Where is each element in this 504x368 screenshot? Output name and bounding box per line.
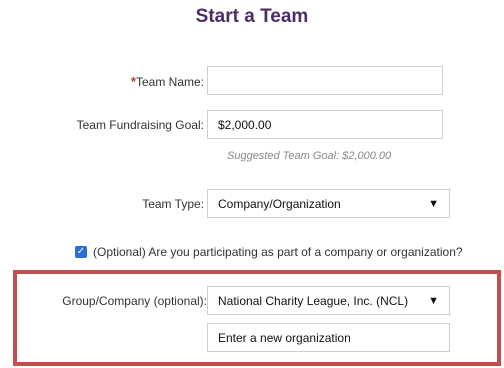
caret-down-icon: ▼	[428, 197, 439, 210]
caret-down-icon: ▼	[428, 294, 439, 307]
team-goal-value: $2,000.00	[218, 117, 272, 132]
group-company-select[interactable]: National Charity League, Inc. (NCL) ▼	[207, 286, 450, 315]
checkmark-icon: ✓	[76, 246, 86, 257]
company-participation-label: (Optional) Are you participating as part…	[93, 245, 463, 259]
page-title: Start a Team	[195, 6, 309, 27]
new-organization-placeholder: Enter a new organization	[218, 330, 351, 345]
team-name-label-text: Team Name:	[135, 75, 204, 89]
team-goal-label: Team Fundraising Goal:	[76, 118, 204, 132]
team-type-select[interactable]: Company/Organization ▼	[207, 189, 450, 218]
team-type-value: Company/Organization	[218, 196, 341, 211]
company-participation-checkbox[interactable]: ✓	[75, 246, 87, 258]
team-goal-input[interactable]: $2,000.00	[207, 110, 443, 139]
team-type-label: Team Type:	[142, 197, 204, 211]
group-company-value: National Charity League, Inc. (NCL)	[218, 293, 409, 308]
group-company-label: Group/Company (optional):	[62, 294, 207, 308]
team-name-input[interactable]	[207, 66, 443, 95]
company-participation-row: ✓ (Optional) Are you participating as pa…	[75, 245, 463, 259]
suggested-goal-hint: Suggested Team Goal: $2,000.00	[227, 150, 392, 162]
new-organization-input[interactable]: Enter a new organization	[207, 323, 450, 352]
team-name-label: *Team Name:	[131, 74, 204, 89]
